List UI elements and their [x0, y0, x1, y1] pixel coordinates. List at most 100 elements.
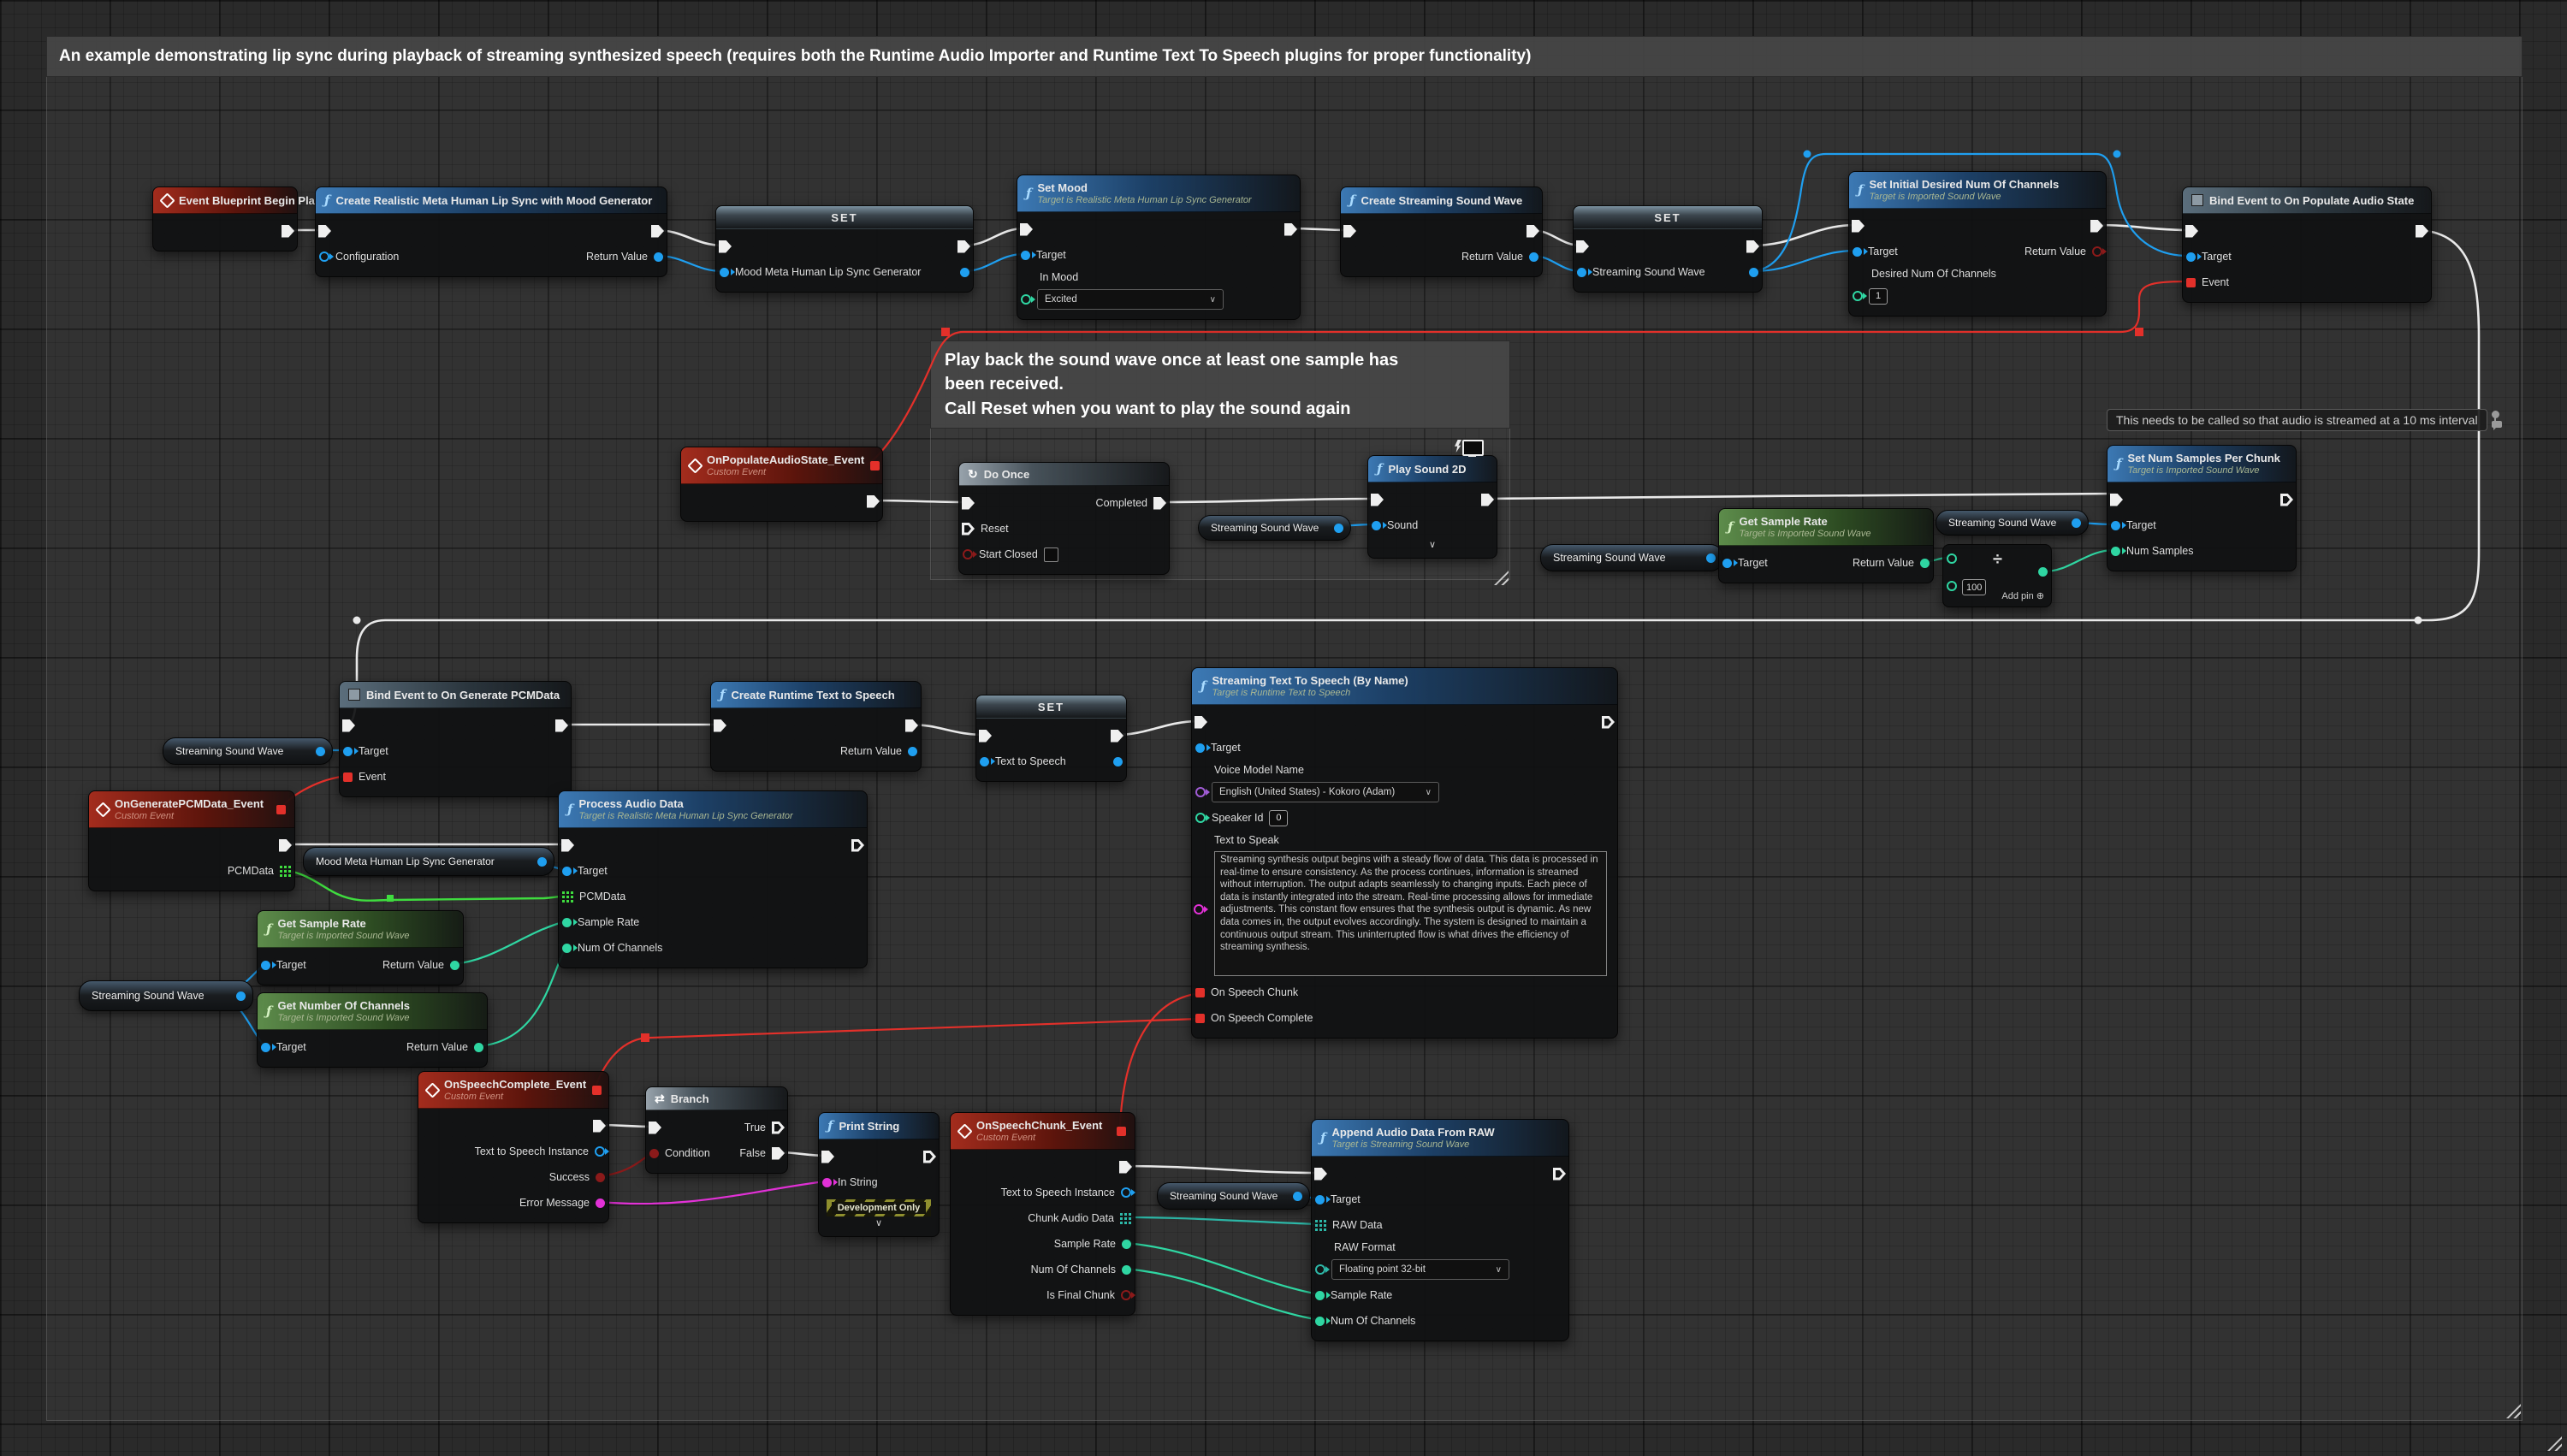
node-divide[interactable]: ÷ 100 Add pin ⊕ — [1942, 544, 2052, 607]
pcmdata-array-pin[interactable] — [562, 891, 573, 903]
exec-in-pin[interactable] — [962, 497, 975, 510]
event-delegate-pin[interactable] — [2186, 278, 2196, 287]
voice-model-name-pin[interactable] — [1195, 787, 1206, 797]
variable-get-streaming-sound-wave[interactable]: Streaming Sound Wave — [163, 737, 333, 765]
node-create-runtime-text-to-speech[interactable]: ƒ Create Runtime Text to Speech Return V… — [710, 681, 922, 772]
node-get-sample-rate-bottom[interactable]: ƒ Get Sample Rate Target is Imported Sou… — [257, 910, 464, 985]
return-value-pin[interactable] — [1529, 252, 1538, 262]
node-on-speech-complete-event[interactable]: OnSpeechComplete_Event Custom Event Text… — [418, 1071, 609, 1223]
divide-result-pin[interactable] — [2038, 567, 2048, 577]
tts-instance-pin[interactable] — [1121, 1187, 1131, 1198]
target-pin[interactable] — [261, 961, 270, 970]
node-on-populate-audio-state-event[interactable]: OnPopulateAudioState_Event Custom Event — [680, 447, 883, 522]
start-closed-checkbox[interactable] — [1044, 547, 1058, 562]
node-play-sound-2d[interactable]: ƒ Play Sound 2D Sound ∨ — [1367, 455, 1497, 559]
exec-out-pin[interactable] — [282, 225, 294, 238]
target-pin[interactable] — [562, 867, 572, 876]
divide-input-b-pin[interactable] — [1947, 581, 1957, 591]
exec-out-pin[interactable] — [1284, 223, 1297, 236]
chunk-audio-data-pin[interactable] — [1120, 1213, 1131, 1224]
desired-num-channels-pin[interactable] — [1853, 291, 1863, 301]
tts-instance-pin[interactable] — [595, 1146, 605, 1157]
variable-out-pin[interactable] — [1113, 757, 1123, 766]
node-append-audio-data-from-raw[interactable]: ƒ Append Audio Data From RAW Target is S… — [1311, 1119, 1569, 1341]
variable-get-streaming-sound-wave[interactable]: Streaming Sound Wave — [1936, 510, 2089, 536]
exec-in-pin[interactable] — [719, 240, 732, 253]
exec-in-pin[interactable] — [1195, 716, 1207, 729]
variable-in-pin[interactable] — [720, 268, 729, 277]
sample-rate-pin[interactable] — [1315, 1291, 1325, 1300]
variable-get-streaming-sound-wave[interactable]: Streaming Sound Wave — [1198, 515, 1351, 541]
delegate-out-pin[interactable] — [1117, 1127, 1126, 1136]
node-get-number-of-channels[interactable]: ƒ Get Number Of Channels Target is Impor… — [257, 992, 488, 1068]
target-pin[interactable] — [2186, 252, 2196, 262]
voice-model-dropdown[interactable]: English (United States) - Kokoro (Adam)∨ — [1212, 782, 1439, 802]
return-value-pin[interactable] — [1920, 559, 1930, 568]
expand-node-chevron[interactable]: ∨ — [1368, 538, 1497, 551]
is-final-chunk-pin[interactable] — [1121, 1290, 1131, 1300]
delegate-out-pin[interactable] — [870, 461, 880, 471]
variable-out-pin[interactable] — [316, 747, 325, 756]
node-print-string[interactable]: ƒ Print String In String Development Onl… — [818, 1112, 940, 1237]
node-create-streaming-sound-wave[interactable]: ƒ Create Streaming Sound Wave Return Val… — [1340, 186, 1543, 277]
exec-out-pin[interactable] — [867, 495, 880, 508]
reset-in-pin[interactable] — [962, 523, 975, 536]
node-set-streaming-sound-wave-variable[interactable]: SET Streaming Sound Wave — [1573, 205, 1763, 293]
target-pin[interactable] — [1315, 1195, 1325, 1204]
exec-out-pin[interactable] — [1553, 1168, 1566, 1181]
return-value-pin[interactable] — [474, 1043, 483, 1052]
node-on-generate-pcmdata-event[interactable]: OnGeneratePCMData_Event Custom Event PCM… — [88, 790, 295, 891]
text-to-speak-pin[interactable] — [1194, 904, 1204, 914]
target-pin[interactable] — [1853, 247, 1862, 257]
speaker-id-input[interactable]: 0 — [1269, 810, 1288, 826]
return-value-pin[interactable] — [2092, 246, 2102, 257]
exec-in-pin[interactable] — [1343, 225, 1356, 238]
in-string-pin[interactable] — [822, 1178, 832, 1187]
node-set-mood-generator-variable[interactable]: SET Mood Meta Human Lip Sync Generator — [715, 205, 974, 293]
raw-format-dropdown[interactable]: Floating point 32-bit∨ — [1331, 1259, 1509, 1280]
node-create-lipsync-generator[interactable]: ƒ Create Realistic Meta Human Lip Sync w… — [315, 186, 667, 277]
exec-in-pin[interactable] — [342, 719, 355, 732]
blueprint-graph-canvas[interactable]: { "c": { "main": "An example demonstrati… — [0, 0, 2567, 1456]
variable-out-pin[interactable] — [1293, 1192, 1302, 1201]
node-do-once[interactable]: ↻ Do Once Completed Reset Start Closed — [958, 462, 1170, 575]
exec-in-pin[interactable] — [2110, 494, 2123, 506]
variable-get-streaming-sound-wave[interactable]: Streaming Sound Wave — [1157, 1182, 1310, 1210]
target-pin[interactable] — [2111, 521, 2120, 530]
in-mood-pin[interactable] — [1021, 294, 1031, 305]
node-branch[interactable]: ⇄ Branch True ConditionFalse — [645, 1086, 788, 1174]
pin-comment-icon[interactable] — [2492, 411, 2499, 418]
on-speech-complete-pin[interactable] — [1195, 1014, 1205, 1023]
variable-out-pin[interactable] — [1334, 524, 1343, 533]
add-pin-button[interactable]: Add pin ⊕ — [2001, 590, 2044, 601]
in-mood-dropdown[interactable]: Excited∨ — [1037, 289, 1224, 310]
divide-input-a-pin[interactable] — [1947, 553, 1957, 564]
node-get-sample-rate-top[interactable]: ƒ Get Sample Rate Target is Imported Sou… — [1718, 508, 1934, 583]
variable-in-pin[interactable] — [1577, 268, 1586, 277]
event-delegate-pin[interactable] — [343, 772, 353, 782]
target-pin[interactable] — [343, 747, 353, 756]
exec-out-pin[interactable] — [2090, 220, 2103, 233]
speaker-id-pin[interactable] — [1195, 813, 1206, 823]
node-bind-on-populate-audio-state[interactable]: Bind Event to On Populate Audio State Ta… — [2182, 186, 2432, 303]
exec-out-pin[interactable] — [1746, 240, 1759, 253]
start-closed-pin[interactable] — [963, 549, 973, 559]
exec-out-pin[interactable] — [2416, 225, 2428, 238]
variable-out-pin[interactable] — [2072, 518, 2081, 528]
exec-out-pin[interactable] — [957, 240, 970, 253]
raw-format-pin[interactable] — [1315, 1264, 1325, 1275]
node-on-speech-chunk-event[interactable]: OnSpeechChunk_Event Custom Event Text to… — [950, 1112, 1135, 1316]
exec-out-pin[interactable] — [279, 839, 292, 852]
exec-out-pin[interactable] — [1119, 1161, 1132, 1174]
variable-out-pin[interactable] — [1706, 553, 1716, 563]
delegate-out-pin[interactable] — [276, 805, 286, 814]
exec-in-pin[interactable] — [649, 1122, 661, 1134]
sample-rate-pin[interactable] — [1122, 1240, 1131, 1249]
target-pin[interactable] — [1195, 743, 1205, 753]
error-message-pin[interactable] — [596, 1199, 605, 1208]
exec-in-pin[interactable] — [2185, 225, 2198, 238]
exec-out-pin[interactable] — [555, 719, 568, 732]
variable-out-pin[interactable] — [960, 268, 969, 277]
return-value-pin[interactable] — [654, 252, 663, 262]
exec-in-pin[interactable] — [318, 225, 331, 238]
